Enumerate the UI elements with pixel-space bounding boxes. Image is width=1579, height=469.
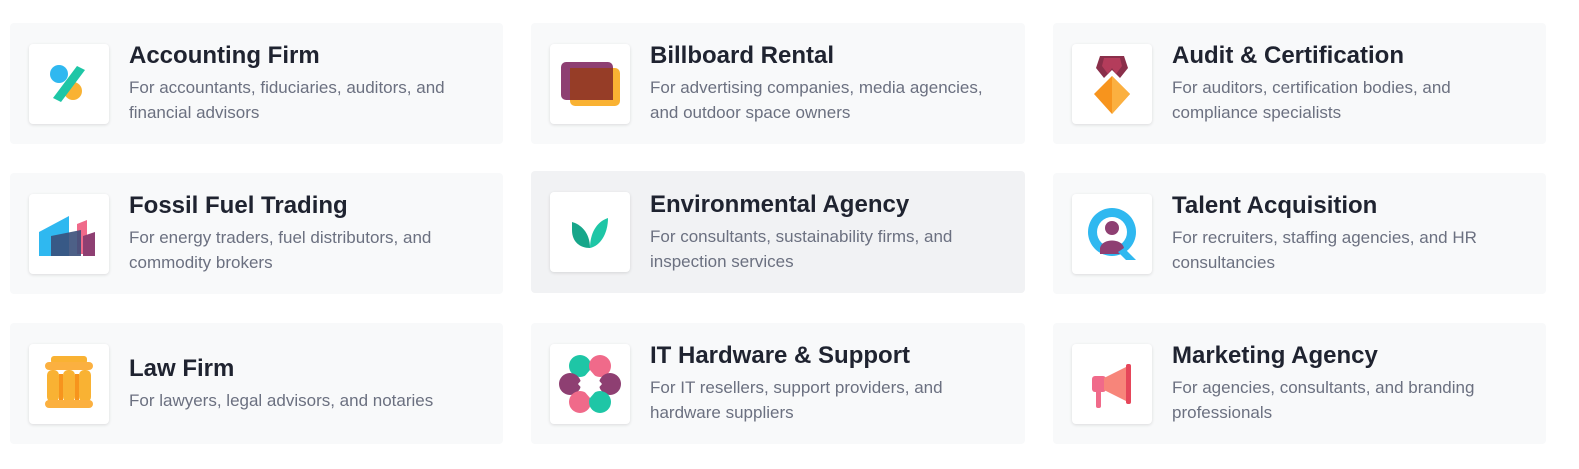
talent-icon <box>1072 193 1152 274</box>
card-description: For lawyers, legal advisors, and notarie… <box>129 390 434 410</box>
card-title: Billboard Rental <box>650 42 835 69</box>
industry-card-it-hardware-support[interactable]: IT Hardware & Support For IT resellers, … <box>531 323 1025 444</box>
accounting-icon <box>29 43 109 124</box>
card-title: Fossil Fuel Trading <box>129 192 348 219</box>
card-description: For advertising companies, media agencie… <box>650 78 983 122</box>
it-hardware-icon <box>550 343 630 424</box>
card-description: For agencies, consultants, and branding … <box>1172 378 1475 422</box>
industry-card-accounting-firm[interactable]: Accounting Firm For accountants, fiducia… <box>10 23 503 144</box>
industry-card-fossil-fuel-trading[interactable]: Fossil Fuel Trading For energy traders, … <box>10 173 503 294</box>
card-description: For IT resellers, support providers, and… <box>650 378 943 422</box>
industry-card-marketing-agency[interactable]: Marketing Agency For agencies, consultan… <box>1053 323 1546 444</box>
law-icon <box>29 343 109 424</box>
card-description: For recruiters, staffing agencies, and H… <box>1172 228 1477 272</box>
card-description: For accountants, fiduciaries, auditors, … <box>129 78 445 122</box>
industry-card-audit-certification[interactable]: Audit & Certification For auditors, cert… <box>1053 23 1546 144</box>
card-title: Accounting Firm <box>129 42 320 69</box>
industry-card-billboard-rental[interactable]: Billboard Rental For advertising compani… <box>531 23 1025 144</box>
card-title: Audit & Certification <box>1172 42 1404 69</box>
card-title: Environmental Agency <box>650 190 910 218</box>
card-title: IT Hardware & Support <box>650 342 911 369</box>
fossil-fuel-icon <box>29 193 109 274</box>
card-description: For consultants, sustainability firms, a… <box>650 226 953 271</box>
industry-card-environmental-agency[interactable]: Environmental Agency For consultants, su… <box>531 171 1025 293</box>
certification-icon <box>1072 43 1152 124</box>
card-title: Marketing Agency <box>1172 342 1378 369</box>
marketing-icon <box>1072 343 1152 424</box>
industry-card-law-firm[interactable]: Law Firm For lawyers, legal advisors, an… <box>10 323 503 444</box>
card-description: For auditors, certification bodies, and … <box>1172 78 1451 122</box>
billboard-icon <box>550 43 630 124</box>
card-title: Law Firm <box>129 354 235 382</box>
card-description: For energy traders, fuel distributors, a… <box>129 228 432 272</box>
environmental-icon <box>550 192 630 272</box>
industry-card-talent-acquisition[interactable]: Talent Acquisition For recruiters, staff… <box>1053 173 1546 294</box>
industry-grid: Accounting Firm For accountants, fiducia… <box>10 23 1546 444</box>
card-title: Talent Acquisition <box>1172 192 1378 219</box>
